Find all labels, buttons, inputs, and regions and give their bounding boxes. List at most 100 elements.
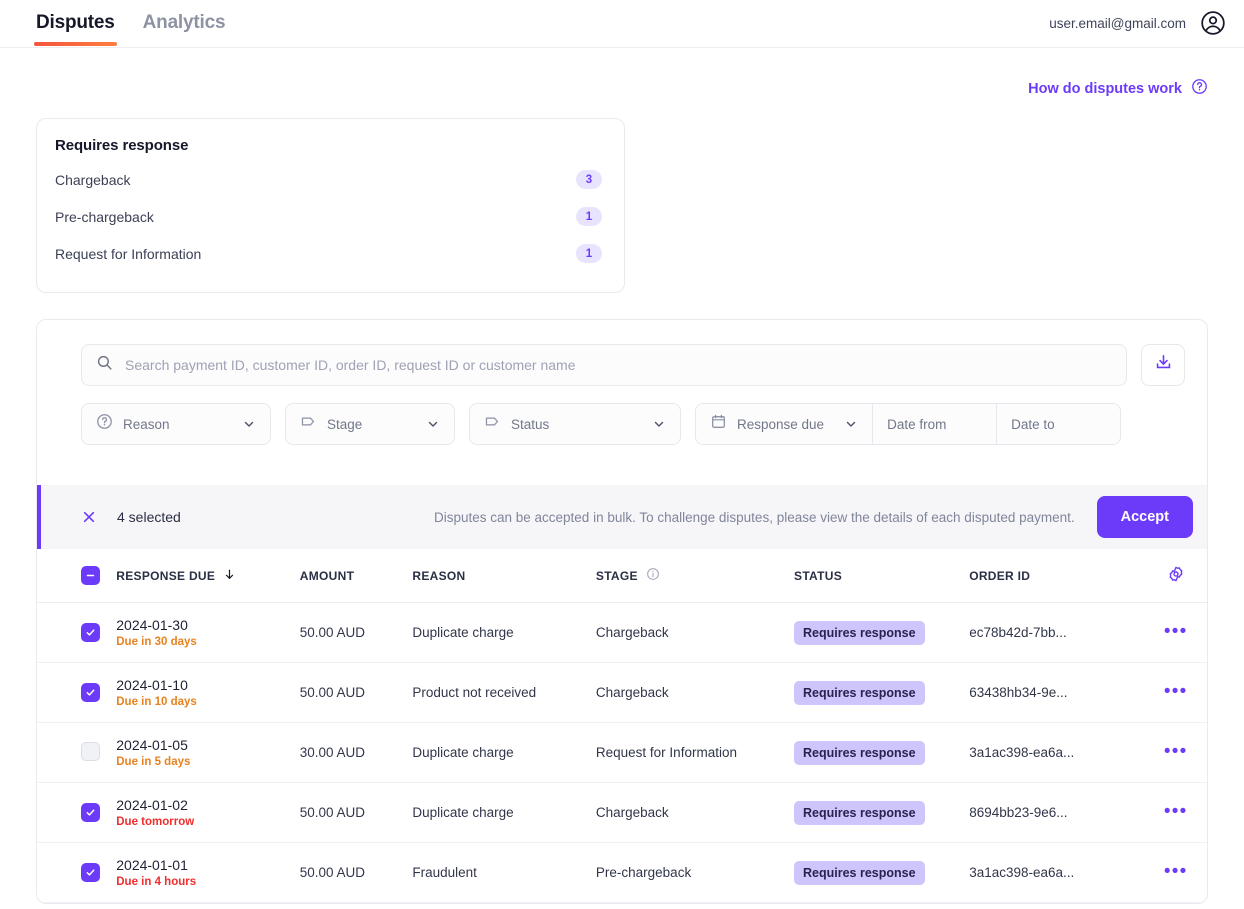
header-stage[interactable]: STAGE bbox=[596, 549, 794, 603]
disputes-panel: Reason Stage bbox=[36, 319, 1208, 904]
row-checkbox[interactable] bbox=[81, 742, 100, 761]
due-urgency-label: Due tomorrow bbox=[116, 816, 300, 828]
summary-label-pre-chargeback: Pre-chargeback bbox=[55, 209, 154, 225]
how-do-disputes-work-link[interactable]: How do disputes work bbox=[1028, 78, 1208, 99]
table-row[interactable]: 2024-01-10 Due in 10 days 50.00 AUD Prod… bbox=[37, 663, 1207, 723]
chevron-down-icon bbox=[232, 417, 256, 431]
header-amount[interactable]: AMOUNT bbox=[300, 549, 413, 603]
cell-response-due: 2024-01-05 Due in 5 days bbox=[116, 723, 300, 783]
tab-analytics[interactable]: Analytics bbox=[141, 0, 228, 36]
ellipsis-icon[interactable]: ••• bbox=[1164, 741, 1188, 762]
top-navigation-bar: Disputes Analytics user.email@gmail.com bbox=[0, 0, 1244, 48]
cell-order-id: 3a1ac398-ea6a... bbox=[969, 843, 1144, 903]
row-checkbox[interactable] bbox=[81, 623, 100, 642]
table-row[interactable]: 2024-01-30 Due in 30 days 50.00 AUD Dupl… bbox=[37, 603, 1207, 663]
header-select-all-cell bbox=[37, 549, 116, 603]
filter-status[interactable]: Status bbox=[469, 403, 681, 445]
due-date-value: 2024-01-02 bbox=[116, 797, 300, 813]
cell-amount: 50.00 AUD bbox=[300, 603, 413, 663]
date-from-placeholder: Date from bbox=[887, 417, 946, 432]
arrow-down-icon bbox=[223, 568, 236, 584]
filter-response-due-label: Response due bbox=[737, 417, 824, 432]
page-content: How do disputes work Requires response C… bbox=[0, 48, 1244, 904]
ellipsis-icon[interactable]: ••• bbox=[1164, 861, 1188, 882]
summary-card-title: Requires response bbox=[55, 137, 602, 154]
export-download-button[interactable] bbox=[1141, 344, 1185, 386]
status-badge: Requires response bbox=[794, 741, 925, 765]
cell-reason: Duplicate charge bbox=[412, 783, 596, 843]
cell-stage: Chargeback bbox=[596, 603, 794, 663]
row-checkbox[interactable] bbox=[81, 803, 100, 822]
header-status[interactable]: STATUS bbox=[794, 549, 969, 603]
calendar-icon bbox=[710, 413, 727, 435]
date-to-placeholder: Date to bbox=[1011, 417, 1055, 432]
table-row[interactable]: 2024-01-02 Due tomorrow 50.00 AUD Duplic… bbox=[37, 783, 1207, 843]
header-order-id[interactable]: ORDER ID bbox=[969, 549, 1144, 603]
summary-row-request-for-information[interactable]: Request for Information 1 bbox=[55, 235, 602, 272]
cell-row-actions: ••• bbox=[1144, 843, 1207, 903]
tab-disputes[interactable]: Disputes bbox=[34, 0, 117, 36]
cell-stage: Chargeback bbox=[596, 783, 794, 843]
tab-disputes-label: Disputes bbox=[36, 12, 115, 33]
cell-amount: 50.00 AUD bbox=[300, 783, 413, 843]
due-urgency-label: Due in 10 days bbox=[116, 696, 300, 708]
info-circle-icon[interactable] bbox=[646, 567, 660, 584]
filter-stage-label: Stage bbox=[327, 417, 362, 432]
date-from-input[interactable]: Date from bbox=[872, 404, 996, 444]
bulk-selection-bar: 4 selected Disputes can be accepted in b… bbox=[37, 485, 1207, 549]
filter-reason[interactable]: Reason bbox=[81, 403, 271, 445]
cell-row-actions: ••• bbox=[1144, 603, 1207, 663]
account-area: user.email@gmail.com bbox=[1049, 0, 1226, 36]
filter-response-due[interactable]: Response due bbox=[696, 404, 872, 444]
table-row[interactable]: 2024-01-01 Due in 4 hours 50.00 AUD Frau… bbox=[37, 843, 1207, 903]
accept-button[interactable]: Accept bbox=[1097, 496, 1193, 538]
row-checkbox[interactable] bbox=[81, 863, 100, 882]
row-checkbox-cell bbox=[37, 723, 116, 783]
due-date-value: 2024-01-10 bbox=[116, 677, 300, 693]
tag-icon bbox=[484, 413, 501, 435]
date-to-input[interactable]: Date to bbox=[996, 404, 1120, 444]
bulk-action-message: Disputes can be accepted in bulk. To cha… bbox=[434, 510, 1097, 525]
ellipsis-icon[interactable]: ••• bbox=[1164, 621, 1188, 642]
selected-count-label: 4 selected bbox=[117, 509, 181, 525]
due-date-value: 2024-01-05 bbox=[116, 737, 300, 753]
user-circle-icon[interactable] bbox=[1200, 10, 1226, 36]
help-row: How do disputes work bbox=[36, 48, 1208, 99]
summary-row-chargeback[interactable]: Chargeback 3 bbox=[55, 161, 602, 198]
cell-reason: Duplicate charge bbox=[412, 723, 596, 783]
filter-reason-label: Reason bbox=[123, 417, 170, 432]
due-date-value: 2024-01-01 bbox=[116, 857, 300, 873]
search-box[interactable] bbox=[81, 344, 1127, 386]
row-checkbox[interactable] bbox=[81, 683, 100, 702]
cell-row-actions: ••• bbox=[1144, 783, 1207, 843]
cell-row-actions: ••• bbox=[1144, 723, 1207, 783]
tab-analytics-label: Analytics bbox=[143, 12, 226, 33]
ellipsis-icon[interactable]: ••• bbox=[1164, 681, 1188, 702]
filter-status-label: Status bbox=[511, 417, 549, 432]
cell-response-due: 2024-01-30 Due in 30 days bbox=[116, 603, 300, 663]
header-order-id-label: ORDER ID bbox=[969, 569, 1030, 583]
chevron-down-icon bbox=[834, 417, 858, 431]
summary-row-pre-chargeback[interactable]: Pre-chargeback 1 bbox=[55, 198, 602, 235]
header-stage-label: STAGE bbox=[596, 569, 638, 583]
select-all-checkbox[interactable] bbox=[81, 566, 100, 585]
row-checkbox-cell bbox=[37, 783, 116, 843]
close-icon[interactable] bbox=[81, 509, 97, 525]
header-reason[interactable]: REASON bbox=[412, 549, 596, 603]
row-checkbox-cell bbox=[37, 663, 116, 723]
question-circle-icon bbox=[1191, 78, 1208, 99]
header-response-due[interactable]: RESPONSE DUE bbox=[116, 549, 300, 603]
filter-stage[interactable]: Stage bbox=[285, 403, 455, 445]
gear-icon[interactable] bbox=[1167, 572, 1185, 586]
cell-response-due: 2024-01-10 Due in 10 days bbox=[116, 663, 300, 723]
table-header-row: RESPONSE DUE AMOUNT REASON bbox=[37, 549, 1207, 603]
ellipsis-icon[interactable]: ••• bbox=[1164, 801, 1188, 822]
user-email-label: user.email@gmail.com bbox=[1049, 16, 1186, 31]
download-icon bbox=[1154, 353, 1173, 377]
table-row[interactable]: 2024-01-05 Due in 5 days 30.00 AUD Dupli… bbox=[37, 723, 1207, 783]
search-input[interactable] bbox=[125, 357, 1112, 373]
how-do-disputes-work-label: How do disputes work bbox=[1028, 81, 1182, 97]
cell-amount: 50.00 AUD bbox=[300, 663, 413, 723]
header-status-label: STATUS bbox=[794, 569, 842, 583]
row-checkbox-cell bbox=[37, 603, 116, 663]
